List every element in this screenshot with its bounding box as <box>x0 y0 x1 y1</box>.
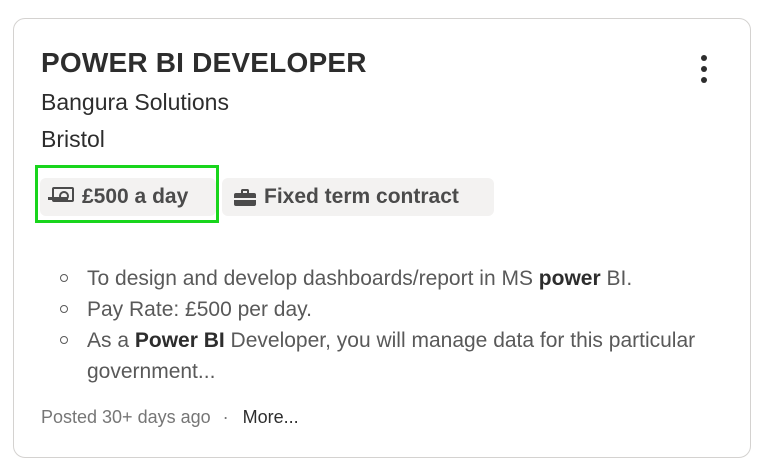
snippet-text: BI. <box>600 267 633 290</box>
bullet-marker-icon <box>60 305 68 313</box>
briefcase-icon <box>234 188 256 206</box>
card-footer: Posted 30+ days ago · More... <box>41 407 299 428</box>
snippet-bullet: To design and develop dashboards/report … <box>60 263 700 294</box>
snippet-bullet: Pay Rate: £500 per day. <box>60 294 700 325</box>
snippet-keyword: Power BI <box>134 329 225 352</box>
bullet-marker-icon <box>60 274 68 282</box>
job-location: Bristol <box>41 126 105 152</box>
snippet-text: To design and develop dashboards/report … <box>87 267 539 290</box>
footer-separator: · <box>222 407 229 427</box>
job-title[interactable]: POWER BI DEVELOPER <box>41 47 367 79</box>
kebab-menu-icon <box>701 55 707 61</box>
job-type-label: Fixed term contract <box>264 185 459 208</box>
job-card[interactable]: POWER BI DEVELOPER Bangura Solutions Bri… <box>13 18 751 458</box>
bullet-marker-icon <box>60 336 68 344</box>
snippet-text: Pay Rate: £500 per day. <box>87 298 312 321</box>
more-link[interactable]: More... <box>243 407 299 428</box>
job-type-chip: Fixed term contract <box>222 178 494 216</box>
snippet-text: As a <box>87 329 135 352</box>
kebab-menu-icon-dot <box>701 66 707 72</box>
snippet-keyword: power <box>538 267 601 290</box>
kebab-menu-icon-dot <box>701 77 707 83</box>
salary-highlight-box <box>35 165 219 223</box>
snippet-bullet: As a Power BI Developer, you will manage… <box>60 325 700 387</box>
company-name: Bangura Solutions <box>41 89 229 115</box>
job-snippet: To design and develop dashboards/report … <box>60 263 700 387</box>
more-options-button[interactable] <box>690 49 718 89</box>
posted-date: Posted 30+ days ago <box>41 407 211 427</box>
